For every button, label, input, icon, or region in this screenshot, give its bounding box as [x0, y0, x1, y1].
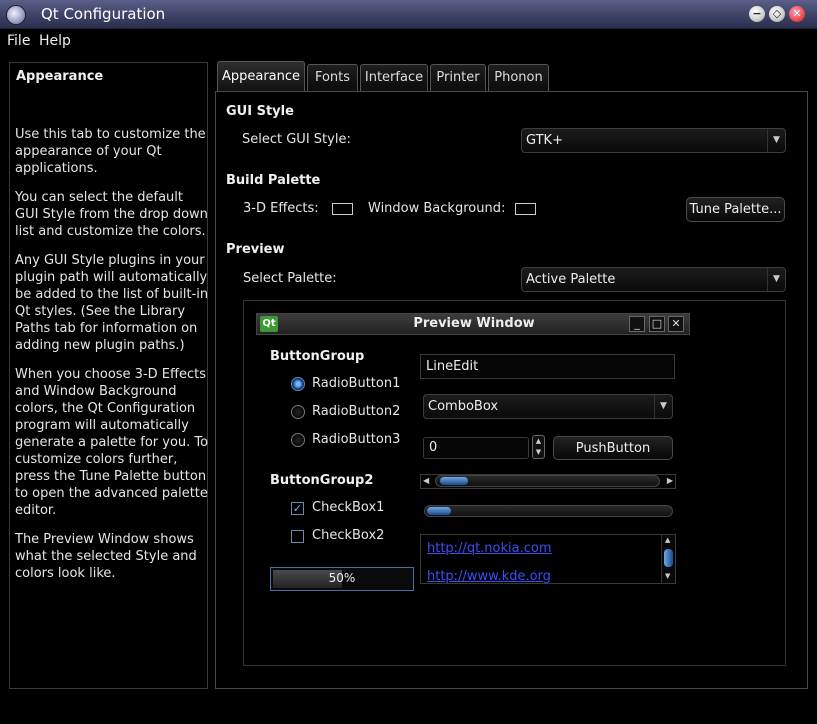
build-palette-heading: Build Palette — [226, 173, 321, 188]
scrollbar-thumb[interactable] — [440, 477, 468, 485]
minimize-icon: _ — [629, 316, 645, 332]
slider-handle[interactable] — [427, 507, 451, 515]
link-kde[interactable]: http://www.kde.org — [427, 569, 551, 583]
gui-style-label: Select GUI Style: — [242, 132, 351, 147]
chevron-down-icon: ▼ — [654, 395, 672, 418]
help-panel: Appearance Use this tab to customize the… — [9, 62, 208, 689]
radio-button-1-label: RadioButton1 — [312, 376, 401, 391]
close-icon: ✕ — [668, 316, 684, 332]
maximize-button[interactable]: ◇ — [769, 6, 785, 22]
help-description: Use this tab to customize the appearance… — [15, 126, 209, 594]
window-title: Qt Configuration — [41, 5, 166, 23]
spin-arrows[interactable]: ▲ ▼ — [532, 435, 545, 459]
effects-color-button[interactable] — [332, 203, 353, 215]
checkbox-1[interactable]: ✓ — [291, 502, 304, 515]
window-background-color-button[interactable] — [515, 203, 536, 215]
close-button[interactable]: ✕ — [789, 6, 805, 22]
button-group2-title: ButtonGroup2 — [270, 473, 374, 488]
tab-fonts[interactable]: Fonts — [307, 64, 358, 91]
tab-phonon[interactable]: Phonon — [488, 64, 549, 91]
text-browser[interactable]: http://qt.nokia.com http://www.kde.org ▲… — [420, 534, 676, 584]
radio-button-3-label: RadioButton3 — [312, 432, 401, 447]
select-palette-combo[interactable]: Active Palette ▼ — [521, 267, 786, 292]
gui-style-value: GTK+ — [526, 133, 563, 148]
scrollbar-track[interactable] — [435, 475, 660, 487]
tab-appearance[interactable]: Appearance — [217, 61, 305, 92]
help-title: Appearance — [16, 69, 104, 84]
gui-style-heading: GUI Style — [226, 104, 294, 119]
effects-label: 3-D Effects: — [243, 201, 319, 216]
help-paragraph: You can select the default GUI Style fro… — [15, 190, 208, 239]
help-paragraph: Any GUI Style plugins in your plugin pat… — [15, 253, 209, 353]
help-paragraph: Use this tab to customize the appearance… — [15, 127, 206, 176]
menu-file[interactable]: File — [7, 33, 30, 49]
select-palette-label: Select Palette: — [243, 271, 337, 286]
line-edit[interactable]: LineEdit — [420, 354, 675, 379]
spin-down-icon[interactable]: ▼ — [533, 447, 544, 458]
tab-interface[interactable]: Interface — [360, 64, 428, 91]
radio-button-1[interactable] — [291, 377, 305, 391]
tune-palette-button[interactable]: Tune Palette... — [686, 197, 785, 222]
checkbox-2[interactable] — [291, 530, 304, 543]
preview-heading: Preview — [226, 242, 285, 257]
vertical-scrollbar[interactable]: ▲ ▼ — [661, 535, 675, 583]
scroll-up-icon[interactable]: ▲ — [665, 536, 670, 544]
scroll-down-icon[interactable]: ▼ — [665, 572, 670, 580]
spin-up-icon[interactable]: ▲ — [533, 436, 544, 447]
help-paragraph: The Preview Window shows what the select… — [15, 532, 197, 581]
select-palette-value: Active Palette — [526, 272, 616, 287]
progress-text: 50% — [328, 571, 356, 585]
progress-bar: 50% — [270, 567, 414, 591]
radio-button-2-label: RadioButton2 — [312, 404, 401, 419]
help-paragraph: When you choose 3-D Effects and Window B… — [15, 367, 209, 518]
horizontal-scrollbar[interactable]: ◀ ▶ — [420, 474, 676, 489]
preview-window-title: Preview Window — [413, 316, 535, 331]
gui-style-combo[interactable]: GTK+ ▼ — [521, 128, 786, 153]
radio-button-2[interactable] — [291, 405, 305, 419]
chevron-down-icon: ▼ — [767, 268, 785, 291]
push-button[interactable]: PushButton — [553, 436, 673, 460]
scroll-left-icon[interactable]: ◀ — [423, 476, 429, 485]
vertical-scroll-thumb[interactable] — [664, 549, 673, 567]
chevron-down-icon: ▼ — [767, 129, 785, 152]
maximize-icon: □ — [649, 316, 665, 332]
window-titlebar[interactable]: Qt Configuration − ◇ ✕ — [0, 0, 817, 29]
scroll-right-icon[interactable]: ▶ — [667, 476, 673, 485]
preview-combo-value: ComboBox — [428, 399, 499, 414]
spin-box[interactable]: 0 — [423, 437, 529, 459]
radio-button-3[interactable] — [291, 433, 305, 447]
menu-help[interactable]: Help — [39, 33, 71, 49]
tab-printer[interactable]: Printer — [430, 64, 486, 91]
window-background-label: Window Background: — [368, 201, 506, 216]
checkbox-1-label: CheckBox1 — [312, 500, 385, 515]
menu-bar: File Help — [0, 29, 817, 53]
minimize-button[interactable]: − — [749, 6, 765, 22]
link-qt[interactable]: http://qt.nokia.com — [427, 541, 552, 556]
slider[interactable] — [424, 505, 673, 517]
checkbox-2-label: CheckBox2 — [312, 528, 385, 543]
preview-combo-box[interactable]: ComboBox ▼ — [423, 394, 673, 419]
preview-window-titlebar: Qt Preview Window _ □ ✕ — [256, 313, 690, 335]
app-icon[interactable] — [6, 5, 26, 25]
button-group-title: ButtonGroup — [270, 349, 365, 364]
